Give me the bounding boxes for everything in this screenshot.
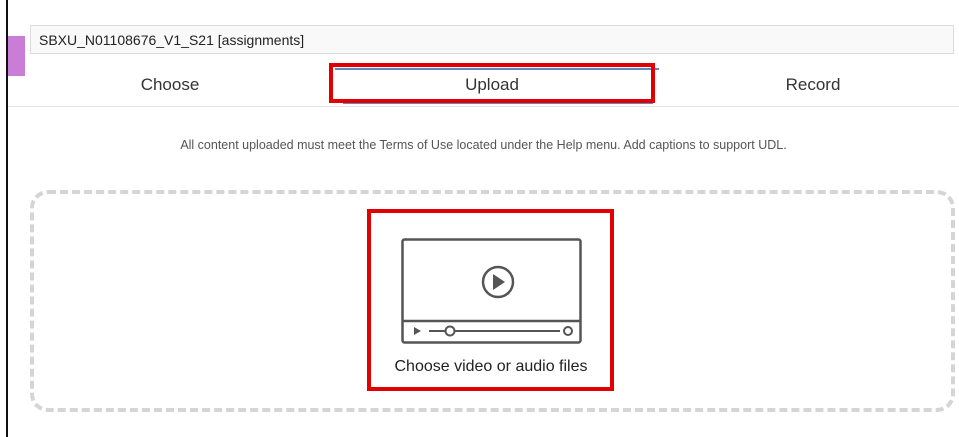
tab-record[interactable]: Record bbox=[713, 64, 913, 106]
tab-choose[interactable]: Choose bbox=[70, 64, 270, 106]
tab-upload-label: Upload bbox=[465, 75, 519, 94]
choose-files-label: Choose video or audio files bbox=[394, 358, 588, 375]
source-tabs: Choose Upload Record bbox=[8, 64, 959, 107]
active-tab-top-line bbox=[335, 68, 659, 70]
active-tab-underline bbox=[343, 102, 653, 104]
video-player-icon bbox=[401, 238, 582, 344]
tab-upload[interactable]: Upload bbox=[333, 64, 659, 106]
terms-notice: All content uploaded must meet the Terms… bbox=[180, 138, 787, 152]
media-title-field: SBXU_N01108676_V1_S21 [assignments] bbox=[30, 25, 954, 54]
choose-files-button[interactable]: Choose video or audio files bbox=[374, 216, 608, 384]
